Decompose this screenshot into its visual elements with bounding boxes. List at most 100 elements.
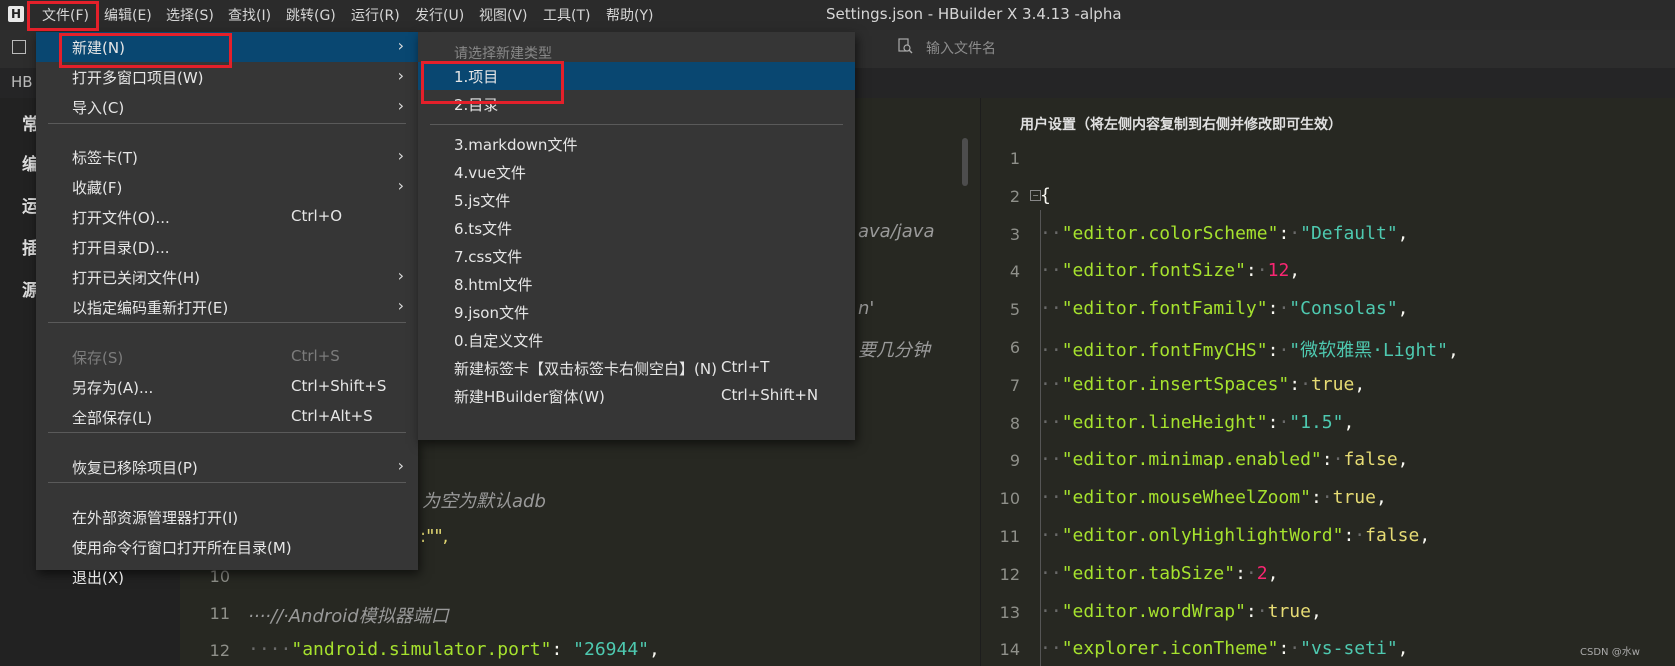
json-value: "1.5"	[1289, 411, 1344, 433]
menu-separator	[48, 432, 406, 433]
file-menu-item[interactable]: 在外部资源管理器打开(I)	[36, 502, 418, 532]
file-menu-item[interactable]: 退出(X)	[36, 562, 418, 592]
code-line: ··"editor.wordWrap":·true,	[1040, 600, 1322, 622]
code-line: ··"editor.onlyHighlightWord":·false,	[1040, 525, 1431, 546]
menu-item-shortcut: Ctrl+O	[291, 207, 343, 225]
menu-item-shortcut: Ctrl+S	[291, 347, 340, 365]
menu-publish[interactable]: 发行(U)	[415, 5, 464, 25]
new-submenu-item[interactable]: 4.vue文件	[418, 158, 855, 186]
line-number: 9	[1009, 451, 1020, 471]
editor-scrollbar[interactable]	[962, 138, 968, 186]
chevron-right-icon: ›	[397, 456, 404, 475]
hbuilder-logo-icon: H	[8, 6, 24, 22]
line-number: 8	[1009, 413, 1020, 433]
code-line: ··"editor.fontFamily":·"Consolas",	[1040, 298, 1409, 320]
menu-separator	[48, 123, 406, 124]
file-menu-item[interactable]: 导入(C) ›	[36, 92, 418, 122]
json-key: "editor.tabSize"	[1061, 562, 1236, 584]
new-submenu-item[interactable]: 5.js文件	[418, 186, 855, 214]
file-menu-item[interactable]: 收藏(F) ›	[36, 172, 418, 202]
menu-item-label: 标签卡(T)	[72, 149, 138, 167]
menu-item-label: 3.markdown文件	[454, 136, 578, 154]
menu-view[interactable]: 视图(V)	[479, 5, 528, 25]
json-brace: {	[1040, 184, 1051, 206]
file-menu-dropdown: 新建(N) › 打开多窗口项目(W) › 导入(C) › 标签卡(T) › 收藏(F) › 打开文件…	[36, 32, 418, 587]
new-submenu-item[interactable]: 0.自定义文件	[418, 326, 855, 354]
json-value: "vs-seti"	[1300, 638, 1398, 660]
menu-item-label: 新建标签卡【双击标签卡右侧空白】(N)	[454, 360, 717, 378]
menu-item-label: 导入(C)	[72, 99, 125, 117]
file-menu-item[interactable]: 另存为(A)... Ctrl+Shift+S	[36, 372, 418, 402]
menu-run[interactable]: 运行(R)	[351, 5, 400, 25]
menu-item-label: 另存为(A)...	[72, 379, 154, 397]
menu-find[interactable]: 查找(I)	[228, 5, 271, 25]
file-menu-item[interactable]: 打开多窗口项目(W) ›	[36, 62, 418, 92]
menu-item-label: 打开目录(D)...	[72, 239, 170, 257]
menu-item-label: 新建(N)	[72, 39, 125, 57]
line-number: 1	[1009, 149, 1020, 168]
user-settings-title: 用户设置（将左侧内容复制到右侧并修改即可生效）	[1020, 117, 1342, 133]
json-key: "editor.lineHeight"	[1061, 411, 1268, 433]
menu-item-label: 保存(S)	[72, 349, 124, 367]
new-submenu-item[interactable]: 新建标签卡【双击标签卡右侧空白】(N) Ctrl+T	[418, 354, 855, 382]
json-value: true	[1310, 373, 1355, 395]
code-line: ··"explorer.iconTheme":·"vs-seti",	[1040, 638, 1409, 660]
line-number: 4	[1009, 262, 1020, 282]
code-line: ··"editor.lineHeight":·"1.5",	[1040, 411, 1355, 433]
new-submenu-item[interactable]: 9.json文件	[418, 298, 855, 326]
new-submenu-item[interactable]: 6.ts文件	[418, 214, 855, 242]
menu-help[interactable]: 帮助(Y)	[606, 5, 653, 25]
menu-item-label: 4.vue文件	[454, 164, 526, 182]
menu-item-shortcut: Ctrl+Alt+S	[291, 407, 373, 425]
code-line: ··"editor.mouseWheelZoom":·true,	[1040, 487, 1387, 509]
file-menu-item[interactable]: 打开目录(D)...	[36, 232, 418, 262]
new-submenu-item[interactable]: 7.css文件	[418, 242, 855, 270]
file-menu-item[interactable]: 全部保存(L) Ctrl+Alt+S	[36, 402, 418, 432]
json-value: "Default"	[1300, 222, 1398, 244]
line-number: 13	[999, 602, 1020, 622]
new-submenu-item[interactable]: 8.html文件	[418, 270, 855, 298]
new-submenu-item[interactable]: 3.markdown文件	[418, 130, 855, 158]
menu-item-label: 6.ts文件	[454, 220, 513, 238]
menu-file[interactable]: 文件(F)	[42, 5, 89, 25]
json-key: "editor.wordWrap"	[1061, 600, 1246, 622]
toolbar-file-icon[interactable]	[12, 40, 26, 54]
menu-bar: H 文件(F) 编辑(E) 选择(S) 查找(I) 跳转(G) 运行(R) 发行…	[0, 0, 1675, 30]
file-menu-item[interactable]: 标签卡(T) ›	[36, 142, 418, 172]
code-line: ··"editor.minimap.enabled":·false,	[1040, 449, 1409, 471]
menu-item-label: 2.目录	[454, 96, 499, 114]
file-menu-item[interactable]: 打开已关闭文件(H) ›	[36, 262, 418, 292]
menu-tools[interactable]: 工具(T)	[543, 5, 590, 25]
menu-goto[interactable]: 跳转(G)	[286, 5, 336, 25]
menu-edit[interactable]: 编辑(E)	[104, 5, 152, 25]
menu-separator	[48, 482, 406, 483]
menu-item-label: 使用命令行窗口打开所在目录(M)	[72, 539, 292, 557]
watermark: CSDN @水w	[1580, 647, 1640, 658]
new-submenu-item[interactable]: 新建HBuilder窗体(W) Ctrl+Shift+N	[418, 382, 855, 410]
line-number: 6	[1009, 338, 1020, 357]
new-submenu: 请选择新建类型 1.项目 2.目录 3.markdown文件 4.vue文件 5.js文…	[418, 32, 855, 440]
json-key: "explorer.iconTheme"	[1061, 638, 1279, 660]
json-value: false	[1365, 525, 1420, 546]
submenu-header: 请选择新建类型	[454, 46, 552, 62]
line-number: 5	[1009, 300, 1020, 320]
json-key: "editor.colorScheme"	[1061, 222, 1279, 244]
new-submenu-item[interactable]: 2.目录	[418, 90, 855, 118]
file-menu-item[interactable]: 使用命令行窗口打开所在目录(M)	[36, 532, 418, 562]
file-menu-item[interactable]: 打开文件(O)... Ctrl+O	[36, 202, 418, 232]
menu-select[interactable]: 选择(S)	[166, 5, 214, 25]
file-menu-item[interactable]: 保存(S) Ctrl+S	[36, 342, 418, 372]
file-menu-item[interactable]: 新建(N) ›	[36, 32, 418, 62]
line-number: 11	[999, 527, 1020, 546]
file-menu-item[interactable]: 以指定编码重新打开(E) ›	[36, 292, 418, 322]
new-submenu-item[interactable]: 1.项目	[418, 62, 855, 90]
menu-item-label: 0.自定义文件	[454, 332, 544, 350]
file-search-input[interactable]	[924, 37, 1228, 61]
tab-hb[interactable]: HB	[11, 73, 33, 91]
menu-item-label: 在外部资源管理器打开(I)	[72, 509, 239, 527]
menu-item-label: 以指定编码重新打开(E)	[72, 299, 229, 317]
menu-item-label: 收藏(F)	[72, 179, 123, 197]
file-menu-item[interactable]: 恢复已移除项目(P) ›	[36, 452, 418, 482]
menu-item-shortcut: Ctrl+Shift+S	[291, 377, 387, 395]
chevron-right-icon: ›	[397, 96, 404, 115]
